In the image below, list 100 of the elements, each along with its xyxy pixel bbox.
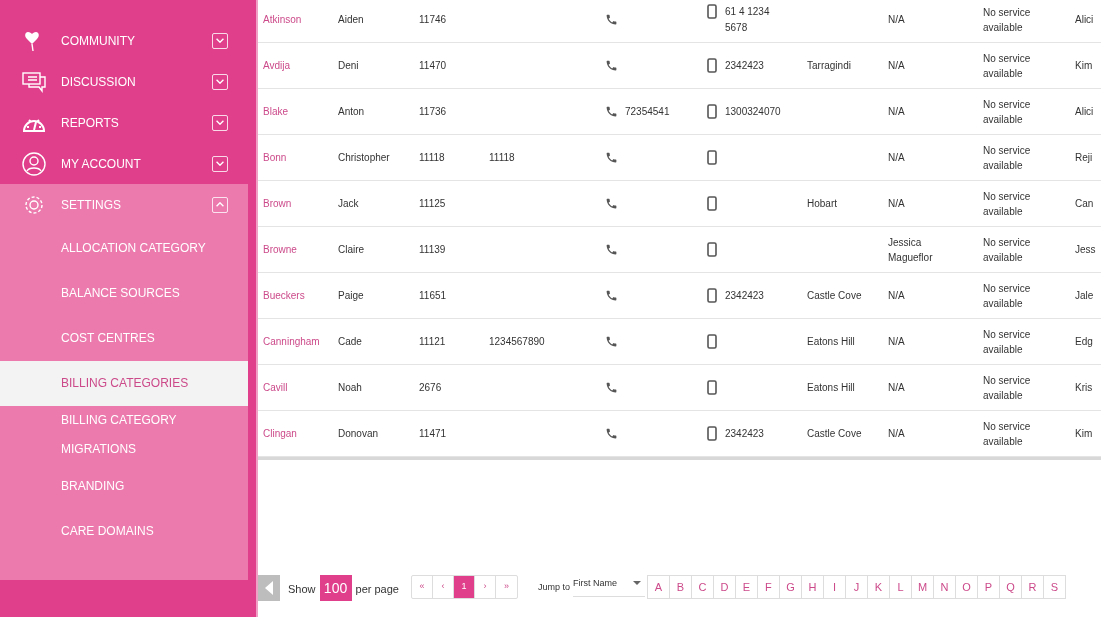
collapse-toggle[interactable] <box>212 196 228 213</box>
table-cell: Eatons Hill <box>807 336 855 347</box>
letter-button[interactable]: O <box>955 575 978 599</box>
table-cell-text: N/A <box>888 151 906 165</box>
submenu-item[interactable]: BRANDING <box>0 464 248 509</box>
table-cell[interactable]: Cavill <box>263 382 288 393</box>
table-cell-text: Jessica Magueflor <box>888 235 934 265</box>
phone-icon <box>605 105 618 118</box>
page-button[interactable]: ‹ <box>432 576 454 598</box>
letter-button[interactable]: H <box>801 575 824 599</box>
table-cell: 11651 <box>419 290 447 301</box>
table-cell: Tarragindi <box>807 60 851 71</box>
table-cell: Alici <box>1075 106 1094 117</box>
table-cell-text: N/A <box>888 427 906 441</box>
table-cell: 11746 <box>419 14 447 25</box>
phone-icon <box>605 151 618 164</box>
table-cell: Noah <box>338 382 362 393</box>
letter-button[interactable]: P <box>977 575 1000 599</box>
table-cell: 11118 <box>419 152 445 163</box>
letter-button[interactable]: G <box>779 575 802 599</box>
table-cell-text: N/A <box>888 381 906 395</box>
letter-button[interactable]: E <box>735 575 758 599</box>
nav-item[interactable]: DISCUSSION <box>0 61 248 102</box>
table-cell[interactable]: Brown <box>263 198 292 209</box>
table-cell: Christopher <box>338 152 390 163</box>
letter-button[interactable]: B <box>669 575 692 599</box>
table-cell[interactable]: Atkinson <box>263 14 302 25</box>
table-cell-text: N/A <box>888 59 906 73</box>
submenu-item[interactable]: BALANCE SOURCES <box>0 271 248 316</box>
table-cell: 11736 <box>419 106 447 117</box>
table-cell: Alici <box>1075 14 1094 25</box>
table-cell: Cade <box>338 336 362 347</box>
page-button[interactable]: 1 <box>453 576 475 598</box>
table-cell-text: N/A <box>888 197 906 211</box>
nav-item[interactable]: MY ACCOUNT <box>0 143 248 184</box>
submenu-item[interactable]: ALLOCATION CATEGORY <box>0 226 248 271</box>
caret-icon <box>633 581 641 585</box>
letter-button[interactable]: S <box>1043 575 1066 599</box>
chevron-icon <box>216 79 224 84</box>
letter-button[interactable]: J <box>845 575 868 599</box>
table-cell: Eatons Hill <box>807 382 855 393</box>
letter-button[interactable]: A <box>647 575 670 599</box>
page-button[interactable]: » <box>495 576 517 598</box>
table-cell: Hobart <box>807 198 837 209</box>
mobile-icon <box>707 103 717 119</box>
letter-button[interactable]: C <box>691 575 714 599</box>
table-cell: 11139 <box>419 244 446 255</box>
table-cell-text: 72354541 <box>625 105 670 119</box>
jump-select[interactable]: First Name <box>573 575 645 597</box>
table-cell: Can <box>1075 198 1094 209</box>
expand-toggle[interactable] <box>212 73 228 90</box>
table-cell: 2676 <box>419 382 442 393</box>
phone-icon <box>605 381 618 394</box>
table-cell: Castle Cove <box>807 428 862 439</box>
collapse-sidebar-button[interactable] <box>258 575 280 601</box>
table-cell[interactable]: Canningham <box>263 336 320 347</box>
nav-item[interactable]: SETTINGS <box>0 184 248 225</box>
table-cell[interactable]: Avdija <box>263 60 291 71</box>
page-button[interactable]: › <box>474 576 496 598</box>
chevron-icon <box>216 161 224 166</box>
nav-item[interactable]: COMMUNITY <box>0 20 248 61</box>
table-cell[interactable]: Clingan <box>263 428 297 439</box>
table-cell[interactable]: Browne <box>263 244 297 255</box>
letter-button[interactable]: L <box>889 575 912 599</box>
page-button[interactable]: « <box>411 576 433 598</box>
table-cell-text: No service available <box>983 189 1032 219</box>
letter-button[interactable]: Q <box>999 575 1022 599</box>
table-cell: Jale <box>1075 290 1094 301</box>
table-cell[interactable]: Bueckers <box>263 290 305 301</box>
phone-icon <box>605 427 618 440</box>
chevron-icon <box>216 38 224 43</box>
table-cell-text: N/A <box>888 13 906 27</box>
table-cell-text: No service available <box>983 143 1032 173</box>
phone-icon <box>605 335 618 348</box>
expand-toggle[interactable] <box>212 114 228 131</box>
mobile-icon <box>707 287 717 303</box>
submenu-item[interactable]: BILLING CATEGORY MIGRATIONS <box>0 406 248 464</box>
submenu-item[interactable]: BILLING CATEGORIES <box>0 361 248 406</box>
letter-button[interactable]: D <box>713 575 736 599</box>
nav-item[interactable]: REPORTS <box>0 102 248 143</box>
letter-button[interactable]: I <box>823 575 846 599</box>
table-cell-text: N/A <box>888 335 906 349</box>
table-cell-text: 2342423 <box>725 288 764 303</box>
expand-toggle[interactable] <box>212 32 228 49</box>
submenu-item[interactable]: COST CENTRES <box>0 316 248 361</box>
letter-button[interactable]: F <box>757 575 780 599</box>
table-cell[interactable]: Bonn <box>263 152 287 163</box>
letter-button[interactable]: R <box>1021 575 1044 599</box>
table-cell-text: No service available <box>983 5 1032 35</box>
letter-button[interactable]: N <box>933 575 956 599</box>
per-page-select[interactable]: 100 <box>319 575 352 601</box>
submenu-item[interactable]: CARE DOMAINS <box>0 509 248 554</box>
table-cell: 11471 <box>419 428 447 439</box>
table-cell: Claire <box>338 244 365 255</box>
letter-button[interactable]: K <box>867 575 890 599</box>
letter-button[interactable]: M <box>911 575 934 599</box>
table-cell: Anton <box>338 106 365 117</box>
table-cell[interactable]: Blake <box>263 106 288 117</box>
expand-toggle[interactable] <box>212 155 228 172</box>
table-cell: 11121 <box>419 336 446 347</box>
